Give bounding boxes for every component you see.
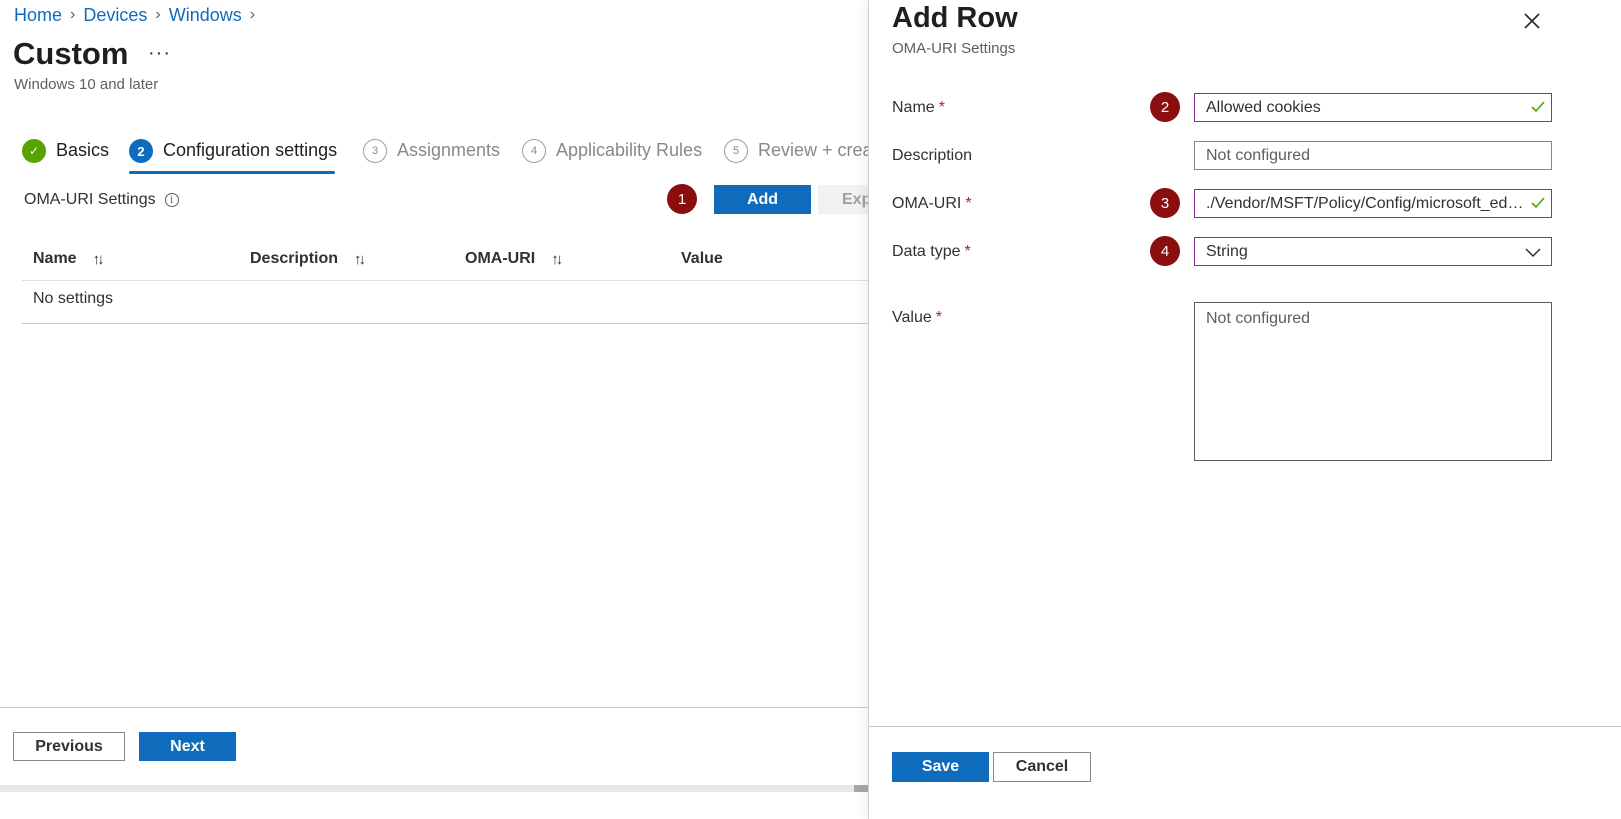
required-marker: * [965,195,972,212]
breadcrumb-home[interactable]: Home [14,5,62,26]
column-label: Description [250,250,339,267]
step-badge-2: 2 [1150,92,1180,122]
field-label-text: Description [892,147,973,164]
step-label: Applicability Rules [556,140,703,160]
step-number: 5 [724,139,748,163]
required-marker: * [964,243,971,260]
oma-uri-input[interactable]: ./Vendor/MSFT/Policy/Config/microsoft_ed… [1194,189,1552,218]
column-header-value[interactable]: Value [681,250,723,268]
page-subtitle: Windows 10 and later [14,76,159,93]
name-label: Name * [892,99,945,117]
oma-uri-settings-text: OMA-URI Settings [24,191,156,208]
sort-icon[interactable]: ↑↓ [551,251,563,268]
field-label-text: Value [892,309,932,326]
table-row: No settings [22,281,898,324]
step-configuration-settings[interactable]: 2 Configuration settings [129,138,337,178]
cancel-button[interactable]: Cancel [993,752,1091,782]
step-number: 2 [129,139,153,163]
sort-icon[interactable]: ↑↓ [93,251,105,268]
check-icon [1531,197,1545,209]
data-type-dropdown[interactable]: String [1194,237,1552,266]
oma-uri-settings-label: OMA-URI Settings i [24,191,179,209]
empty-state-text: No settings [33,290,114,307]
breadcrumb-devices[interactable]: Devices [83,5,147,26]
table-header: Name ↑↓ Description ↑↓ OMA-URI ↑↓ Value [22,246,898,281]
chevron-right-icon: › [70,6,76,23]
footer-divider [0,707,868,708]
step-number: 3 [363,139,387,163]
data-type-label: Data type * [892,243,971,261]
description-label: Description [892,147,972,165]
step-label: Configuration settings [163,140,338,160]
value-label: Value * [892,309,942,327]
column-header-description[interactable]: Description ↑↓ [250,250,366,268]
more-options-icon[interactable]: ··· [148,42,171,65]
close-icon[interactable] [1521,10,1543,32]
step-applicability-rules[interactable]: 4 Applicability Rules [522,138,702,178]
sort-icon[interactable]: ↑↓ [354,251,366,268]
chevron-right-icon: › [249,6,256,23]
add-button[interactable]: Add [714,185,811,214]
breadcrumb-windows[interactable]: Windows [169,5,242,26]
column-label: Value [681,250,723,267]
active-step-underline [129,171,335,174]
info-icon[interactable]: i [164,193,179,207]
step-number: 4 [522,139,546,163]
step-badge-1: 1 [667,184,697,214]
step-label: Basics [56,140,110,160]
field-label-text: Data type [892,243,961,260]
step-label: Review + creat [758,140,878,160]
panel-footer-divider [869,726,1621,727]
description-placeholder: Not configured [1206,146,1311,164]
step-label: Assignments [397,140,501,160]
field-label-text: Name [892,99,935,116]
field-label-text: OMA-URI [892,195,962,212]
oma-uri-input-value: ./Vendor/MSFT/Policy/Config/microsoft_ed… [1206,194,1527,212]
value-textarea[interactable]: Not configured [1194,302,1552,461]
breadcrumb: Home › Devices › Windows › [14,4,263,26]
horizontal-scrollbar[interactable] [0,785,868,792]
value-placeholder: Not configured [1206,310,1311,327]
name-input-value: Allowed cookies [1206,98,1321,116]
step-basics[interactable]: ✓ Basics [22,138,109,178]
step-badge-4: 4 [1150,236,1180,266]
chevron-right-icon: › [155,6,161,23]
description-input[interactable]: Not configured [1194,141,1552,170]
panel-subtitle: OMA-URI Settings [892,40,1016,57]
column-label: OMA-URI [465,250,536,267]
column-label: Name [33,250,77,267]
check-icon [1531,101,1545,113]
add-row-panel: Add Row OMA-URI Settings Name * 2 Allowed… [868,0,1621,819]
oma-uri-label: OMA-URI * [892,195,972,213]
save-button[interactable]: Save [892,752,989,782]
previous-button[interactable]: Previous [13,732,125,761]
chevron-down-icon [1525,248,1541,258]
step-badge-3: 3 [1150,188,1180,218]
step-assignments[interactable]: 3 Assignments [363,138,500,178]
required-marker: * [938,99,945,116]
next-button[interactable]: Next [139,732,236,761]
checkmark-icon: ✓ [22,139,46,163]
panel-title: Add Row [892,2,1018,34]
column-header-name[interactable]: Name ↑↓ [33,250,105,268]
step-review-create[interactable]: 5 Review + creat [724,138,878,178]
name-input[interactable]: Allowed cookies [1194,93,1552,122]
data-type-selected-value: String [1206,242,1248,260]
column-header-oma-uri[interactable]: OMA-URI ↑↓ [465,250,563,268]
scrollbar-thumb[interactable] [854,785,868,792]
page-title: Custom [13,36,129,71]
required-marker: * [935,309,942,326]
